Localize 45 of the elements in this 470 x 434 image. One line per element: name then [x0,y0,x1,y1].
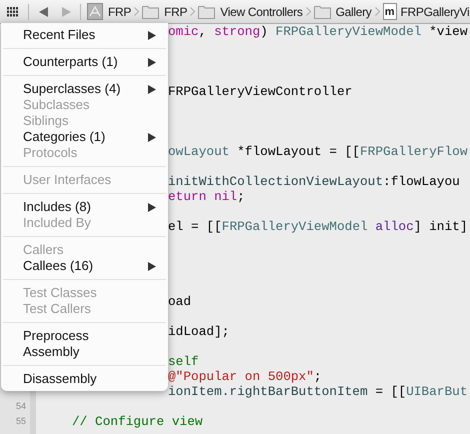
submenu-arrow-icon [148,84,156,94]
breadcrumb-item[interactable]: View Controllers [220,2,303,20]
chevron-icon [306,7,311,16]
code-line: idLoad]; [168,324,230,339]
code-line: eturn nil; [168,189,245,204]
menu-item[interactable]: Assembly [1,344,168,360]
code-line: @"Popular on 500px"; [168,369,322,384]
menu-item[interactable]: Disassembly [1,371,168,387]
grid-icon[interactable] [7,6,19,16]
code-line: FRPGalleryViewController [168,84,352,99]
code-line: // Configure view [72,414,203,429]
line-number: 54 [16,400,26,413]
submenu-arrow-icon [148,132,156,142]
code-line: owLayout *flowLayout = [[FRPGalleryFlow [168,144,468,159]
menu-item[interactable]: Preprocess [1,328,168,344]
code-line: initWithCollectionViewLayout:flowLayou [168,174,460,189]
submenu-arrow-icon [148,30,156,40]
menu-item[interactable]: Callees (16) [1,258,168,274]
breadcrumb-item[interactable]: FRP [164,2,188,20]
breadcrumb-item[interactable]: Gallery [336,2,372,20]
menu-item[interactable]: Includes (8) [1,199,168,215]
menu-item[interactable]: Superclasses (4) [1,81,168,97]
breadcrumb-item[interactable]: FRP [108,2,132,20]
breadcrumb-item[interactable]: FRPGalleryVi [400,2,470,20]
project-file-icon [87,3,103,20]
code-line: ionItem.rightBarButtonItem = [[UIBarBut [168,384,468,399]
line-number: 55 [16,414,26,428]
menu-item[interactable]: Recent Files [1,27,168,43]
code-line: oad [168,294,192,309]
submenu-arrow-icon [148,262,156,270]
folder-icon [198,4,216,18]
menu-item[interactable]: Categories (1) [1,129,168,145]
chevron-icon [374,7,380,16]
chevron-icon [190,7,196,16]
submenu-arrow-icon [148,202,156,212]
code-line: self [168,354,199,369]
back-arrow-icon[interactable] [39,6,48,16]
folder-icon [314,4,331,18]
source-file-icon: m [382,3,396,20]
submenu-arrow-icon [148,58,156,66]
folder-icon [142,4,160,18]
code-line: el = [[FRPGalleryViewModel alloc] init] [168,219,468,234]
chevron-icon [134,7,140,16]
menu-item[interactable]: Counterparts (1) [1,54,168,70]
code-line: omic, strong) FRPGalleryViewModel *view [168,24,468,39]
